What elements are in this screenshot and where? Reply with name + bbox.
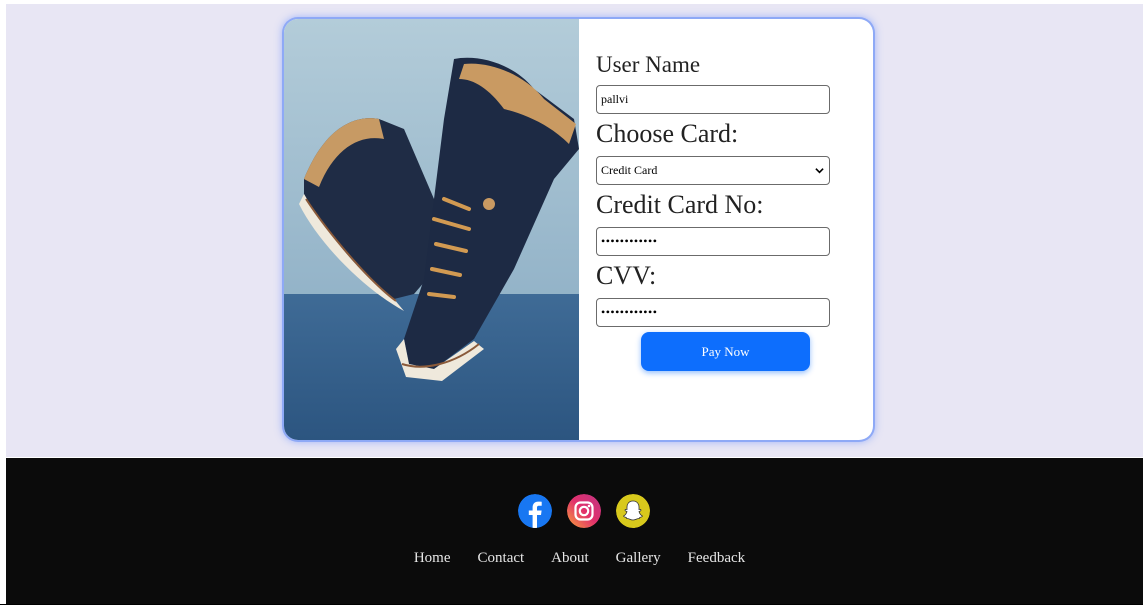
payment-form: User Name pallvi Choose Card: Credit Car… [596, 53, 836, 327]
product-photo [284, 19, 579, 440]
nav-gallery-link[interactable]: Gallery [616, 550, 661, 567]
chevron-down-icon [815, 168, 824, 174]
cvv-label: CVV: [596, 261, 657, 290]
cvv-input[interactable]: •••••••••••• [596, 298, 830, 327]
username-label: User Name [596, 52, 701, 77]
instagram-icon[interactable] [567, 494, 601, 528]
choose-card-label: Choose Card: [596, 119, 739, 148]
card-type-value: Credit Card [601, 163, 658, 177]
username-value: pallvi [601, 92, 629, 106]
footer: Home Contact About Gallery Feedback [6, 458, 1143, 604]
nav-contact-link[interactable]: Contact [478, 550, 525, 567]
payment-card: User Name pallvi Choose Card: Credit Car… [284, 19, 873, 440]
username-input[interactable]: pallvi [596, 85, 830, 114]
cvv-value: •••••••••••• [601, 305, 658, 319]
card-type-select[interactable]: Credit Card [596, 156, 830, 185]
nav-feedback-link[interactable]: Feedback [688, 550, 745, 567]
social-links [518, 494, 650, 528]
pay-now-button[interactable]: Pay Now [641, 332, 810, 371]
credit-card-no-label: Credit Card No: [596, 190, 764, 219]
credit-card-no-value: •••••••••••• [601, 234, 658, 248]
credit-card-no-input[interactable]: •••••••••••• [596, 227, 830, 256]
facebook-icon[interactable] [518, 494, 552, 528]
nav-about-link[interactable]: About [551, 550, 589, 567]
snapchat-icon[interactable] [616, 494, 650, 528]
nav-home-link[interactable]: Home [414, 550, 451, 567]
footer-nav: Home Contact About Gallery Feedback [6, 550, 1143, 567]
